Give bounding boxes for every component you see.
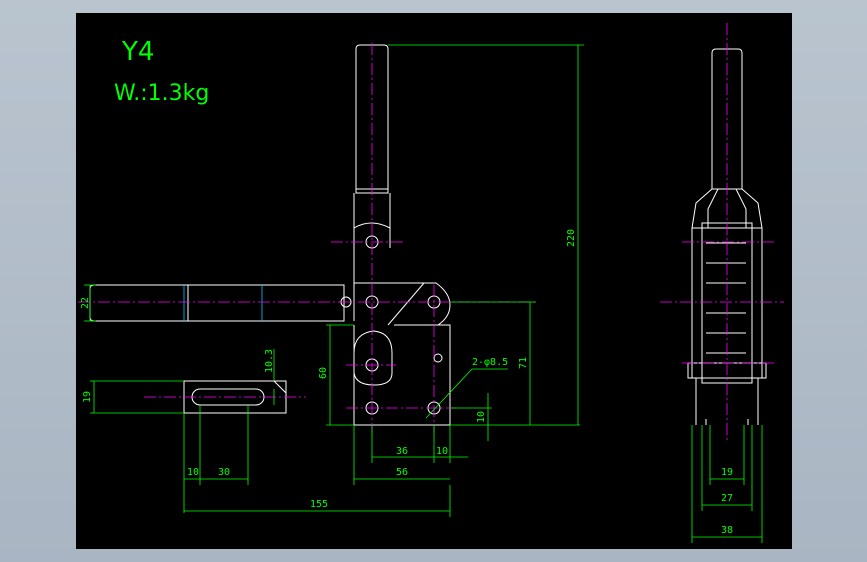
weight-label: W.:1.3kg <box>114 81 209 106</box>
dim-hole: 2-φ8.5 <box>472 357 508 368</box>
dim-10-horizontal: 10 <box>436 446 448 457</box>
dim-22: 22 <box>80 297 91 309</box>
dim-60: 60 <box>318 367 329 379</box>
dim-19: 19 <box>82 391 93 403</box>
dim-10-slot: 10 <box>187 467 199 478</box>
dim-10-vertical: 10 <box>476 411 487 423</box>
dim-155: 155 <box>310 499 328 510</box>
dim-36: 36 <box>396 446 408 457</box>
cad-viewport[interactable]: Y4 W.:1.3kg 22 19 10.3 60 71 220 2-φ8.5 … <box>76 13 792 549</box>
dim-27: 27 <box>721 493 733 504</box>
front-dimensions: 22 19 10.3 60 71 220 2-φ8.5 10 36 10 56 … <box>80 44 584 517</box>
dim-71: 71 <box>518 357 529 369</box>
model-label: Y4 <box>121 37 154 67</box>
side-view: 19 27 38 <box>660 23 784 543</box>
dim-38: 38 <box>721 525 733 536</box>
clamp-drawing: Y4 W.:1.3kg 22 19 10.3 60 71 220 2-φ8.5 … <box>78 23 784 543</box>
dim-19-side: 19 <box>721 467 733 478</box>
dim-56: 56 <box>396 467 408 478</box>
dim-30: 30 <box>218 467 230 478</box>
dim-220: 220 <box>566 229 577 247</box>
dim-10-3: 10.3 <box>264 349 275 373</box>
